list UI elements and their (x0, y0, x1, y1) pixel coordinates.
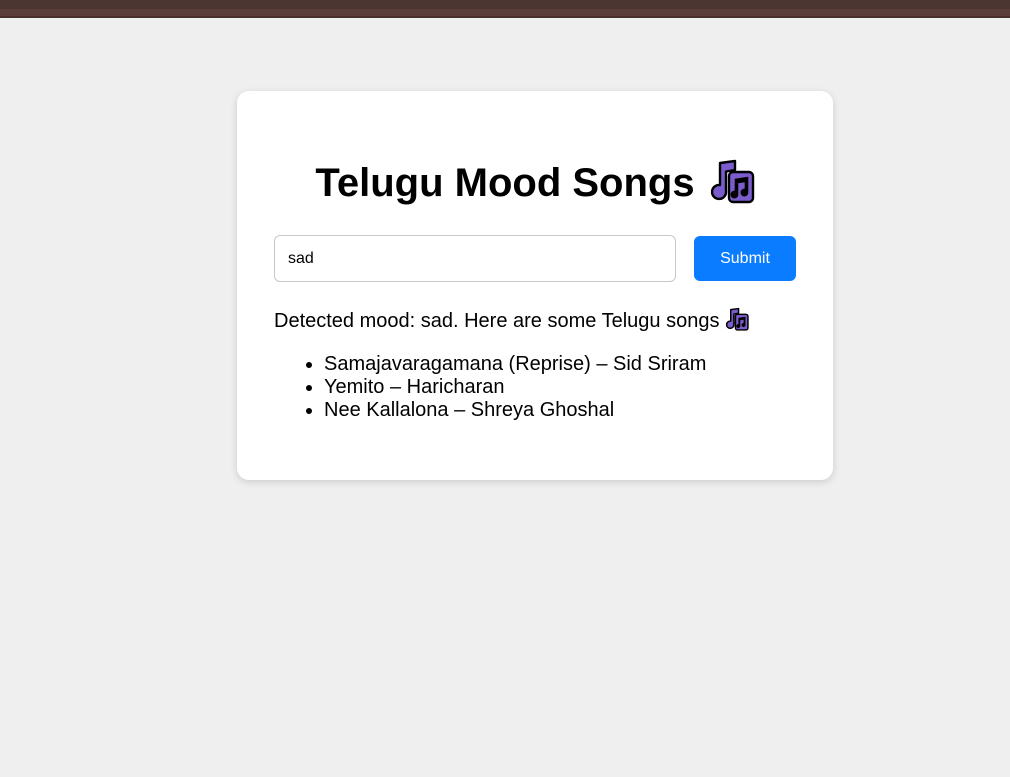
list-item: Samajavaragamana (Reprise) – Sid Sriram (324, 353, 706, 376)
result-message-text: Detected mood: sad. Here are some Telugu… (274, 310, 720, 332)
list-item: Nee Kallalona – Shreya Ghoshal (324, 399, 706, 422)
song-list: Samajavaragamana (Reprise) – Sid Sriram … (274, 353, 706, 422)
result-message: Detected mood: sad. Here are some Telugu… (274, 307, 750, 334)
page-title-text: Telugu Mood Songs (315, 161, 695, 205)
submit-button[interactable]: Submit (694, 236, 796, 281)
mood-input[interactable] (274, 235, 676, 282)
page-title: Telugu Mood Songs (237, 153, 833, 213)
browser-top-bar (0, 0, 1010, 18)
list-item: Yemito – Haricharan (324, 376, 706, 399)
mood-songs-card: Telugu Mood Songs Submit Detected mood: … (237, 91, 833, 480)
musical-notes-icon (709, 158, 755, 204)
musical-notes-icon (725, 307, 750, 331)
